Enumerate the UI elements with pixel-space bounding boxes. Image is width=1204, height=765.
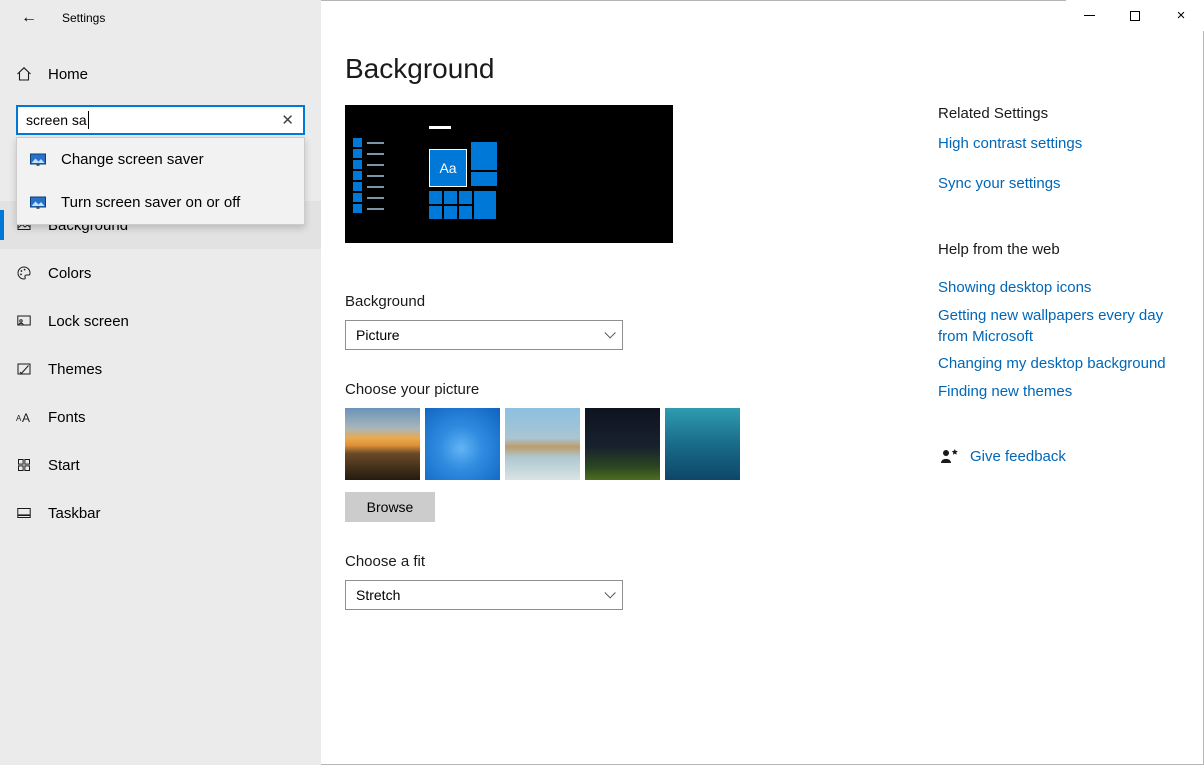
- sidebar-item-lock-screen[interactable]: Lock screen: [0, 297, 321, 345]
- choose-fit-label: Choose a fit: [345, 553, 425, 570]
- picture-thumbnail-windows-default[interactable]: [425, 408, 500, 480]
- home-icon: [16, 66, 32, 82]
- sidebar-item-label: Fonts: [48, 409, 86, 426]
- preview-tile: [459, 206, 472, 219]
- close-button[interactable]: ×: [1158, 0, 1204, 31]
- link-sync-your-settings[interactable]: Sync your settings: [938, 173, 1170, 194]
- sidebar-item-home[interactable]: Home: [0, 54, 321, 94]
- minimize-button[interactable]: [1066, 0, 1112, 31]
- sidebar-item-label: Colors: [48, 265, 91, 282]
- picture-thumbnail-sunset[interactable]: [345, 408, 420, 480]
- fit-select[interactable]: Stretch: [345, 580, 623, 610]
- sidebar-item-label: Themes: [48, 361, 102, 378]
- link-high-contrast-settings[interactable]: High contrast settings: [938, 133, 1170, 154]
- screen-saver-icon: [29, 195, 47, 211]
- preview-tile: [474, 191, 496, 219]
- start-icon: [16, 457, 32, 473]
- suggestion-change-screen-saver[interactable]: Change screen saver: [17, 138, 304, 181]
- search-value: screen sa: [18, 112, 87, 128]
- preview-tile: [459, 191, 472, 204]
- sidebar-item-label: Start: [48, 457, 80, 474]
- sidebar-item-themes[interactable]: Themes: [0, 345, 321, 393]
- desktop-preview: Aa: [345, 105, 673, 243]
- preview-title-line: [429, 126, 451, 129]
- fit-value: Stretch: [356, 587, 400, 603]
- sidebar-item-fonts[interactable]: AA Fonts: [0, 393, 321, 441]
- picture-thumbnail-beach[interactable]: [505, 408, 580, 480]
- back-button[interactable]: ←: [10, 4, 48, 32]
- preview-aa-tile: Aa: [429, 149, 467, 187]
- sidebar-item-label: Lock screen: [48, 313, 129, 330]
- page-title: Background: [345, 53, 494, 85]
- picture-thumbnail-underwater[interactable]: [665, 408, 740, 480]
- settings-window: { "titlebar": { "title": "Settings" }, "…: [0, 0, 1204, 765]
- choose-picture-label: Choose your picture: [345, 381, 479, 398]
- link-changing-desktop-background[interactable]: Changing my desktop background: [938, 353, 1170, 374]
- screen-saver-icon: [29, 152, 47, 168]
- clear-search-icon[interactable]: ✕: [272, 111, 303, 129]
- link-showing-desktop-icons[interactable]: Showing desktop icons: [938, 277, 1170, 298]
- feedback-person-icon: [938, 447, 960, 465]
- preview-tile: [444, 191, 457, 204]
- sidebar-item-label: Home: [48, 66, 88, 83]
- browse-button[interactable]: Browse: [345, 492, 435, 522]
- link-getting-new-wallpapers[interactable]: Getting new wallpapers every day from Mi…: [938, 305, 1170, 347]
- give-feedback[interactable]: Give feedback: [938, 447, 1066, 465]
- minimize-icon: [1084, 15, 1095, 16]
- sidebar-item-label: Taskbar: [48, 505, 101, 522]
- text-cursor: [88, 111, 89, 129]
- lock-screen-icon: [16, 313, 32, 329]
- picture-thumbnails: [345, 408, 740, 480]
- link-finding-new-themes[interactable]: Finding new themes: [938, 381, 1170, 402]
- background-type-select[interactable]: Picture: [345, 320, 623, 350]
- preview-tile: [444, 206, 457, 219]
- maximize-icon: [1130, 11, 1140, 21]
- help-from-web-title: Help from the web: [938, 241, 1060, 258]
- preview-app-list: [353, 138, 384, 215]
- background-dropdown-label: Background: [345, 293, 425, 310]
- background-type-value: Picture: [356, 327, 400, 343]
- preview-tile: [429, 206, 442, 219]
- sidebar-item-taskbar[interactable]: Taskbar: [0, 489, 321, 537]
- svg-text:A: A: [22, 411, 30, 425]
- related-settings-title: Related Settings: [938, 105, 1048, 122]
- suggestion-label: Change screen saver: [61, 151, 204, 168]
- close-icon: ×: [1177, 8, 1186, 23]
- chevron-down-icon: [604, 587, 615, 598]
- chevron-down-icon: [604, 327, 615, 338]
- colors-icon: [16, 265, 32, 281]
- maximize-button[interactable]: [1112, 0, 1158, 31]
- search-suggestions: Change screen saver Turn screen saver on…: [16, 137, 305, 225]
- sidebar-item-colors[interactable]: Colors: [0, 249, 321, 297]
- themes-icon: [16, 361, 32, 377]
- preview-tile: [471, 142, 497, 170]
- fonts-icon: AA: [16, 409, 32, 425]
- preview-tile: [471, 172, 497, 186]
- sidebar-item-start[interactable]: Start: [0, 441, 321, 489]
- window-title: Settings: [62, 11, 105, 25]
- search-input[interactable]: screen sa ✕: [16, 105, 305, 135]
- suggestion-turn-screen-saver-on-off[interactable]: Turn screen saver on or off: [17, 181, 304, 224]
- taskbar-icon: [16, 505, 32, 521]
- selected-accent-bar: [0, 210, 4, 240]
- preview-tile: [429, 191, 442, 204]
- suggestion-label: Turn screen saver on or off: [61, 194, 240, 211]
- picture-thumbnail-night-sky[interactable]: [585, 408, 660, 480]
- give-feedback-label: Give feedback: [970, 448, 1066, 465]
- sidebar: Home Background Colors Lock screen Theme…: [0, 0, 321, 765]
